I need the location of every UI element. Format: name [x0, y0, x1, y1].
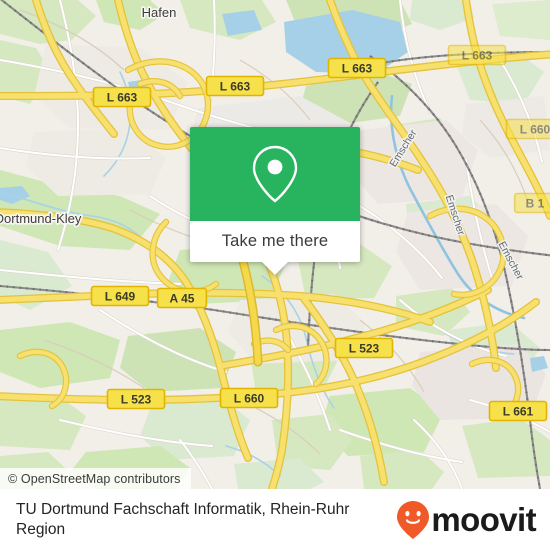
- place-title: TU Dortmund Fachschaft Informatik, Rhein…: [16, 500, 350, 538]
- popup-header: [190, 127, 360, 221]
- popup-pointer-tail: [262, 262, 288, 275]
- osm-attribution[interactable]: © OpenStreetMap contributors: [0, 468, 191, 489]
- road-shield: A 45: [156, 287, 208, 309]
- road-shield-label: L 661: [503, 404, 534, 418]
- map-place-label: Dortmund-Kley: [0, 211, 82, 226]
- road-shield: L 660: [219, 387, 279, 409]
- road-shield-label: B 1: [526, 196, 545, 210]
- road-shield-label: L 523: [121, 392, 152, 406]
- road-shield: L 663: [205, 75, 265, 97]
- popup-footer[interactable]: Take me there: [190, 221, 360, 262]
- osm-attribution-label: © OpenStreetMap contributors: [8, 471, 181, 486]
- road-shield-label: L 663: [107, 90, 138, 104]
- road-shield: B 1: [513, 192, 550, 214]
- road-shield: L 663: [327, 57, 387, 79]
- road-shield-label: L 660: [234, 391, 265, 405]
- road-shield: L 649: [90, 285, 150, 307]
- moovit-brand-logo[interactable]: moovit: [396, 500, 537, 540]
- road-shield: L 663: [92, 86, 152, 108]
- road-shield-label: L 663: [220, 79, 251, 93]
- road-shield-label: A 45: [170, 291, 195, 305]
- map-screenshot-root: .rd-case{fill:none;stroke:#e4c33c;stroke…: [0, 0, 550, 550]
- destination-popup-card[interactable]: Take me there: [190, 127, 360, 275]
- road-shield: L 661: [488, 400, 548, 422]
- road-shield-label: L 649: [105, 289, 136, 303]
- road-shield: L 660: [505, 118, 550, 140]
- location-pin-icon: [252, 145, 298, 203]
- road-shield-label: L 663: [342, 61, 373, 75]
- road-shield: L 523: [334, 337, 394, 359]
- road-shield-label: L 523: [349, 341, 380, 355]
- moovit-wordmark: moovit: [431, 501, 536, 538]
- page-footer: TU Dortmund Fachschaft Informatik, Rhein…: [0, 489, 550, 550]
- road-shield: L 523: [106, 388, 166, 410]
- road-shield-label: L 663: [462, 48, 493, 62]
- map-place-label: Hafen: [142, 5, 177, 20]
- road-shield-label: L 660: [520, 122, 550, 136]
- moovit-smiley-pin-icon: [397, 500, 430, 539]
- road-shield: L 663: [447, 44, 507, 66]
- take-me-there-label: Take me there: [221, 232, 329, 250]
